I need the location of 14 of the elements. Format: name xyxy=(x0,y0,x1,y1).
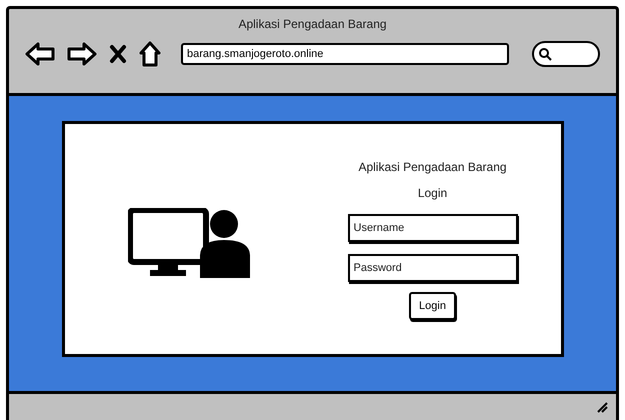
search-icon xyxy=(538,47,552,61)
window-title: Aplikasi Pengadaan Barang xyxy=(237,16,388,33)
login-button[interactable]: Login xyxy=(409,292,456,320)
login-field[interactable]: Username xyxy=(348,214,518,242)
login-title: Aplikasi Pengadaan Barang xyxy=(358,159,507,176)
forward-arrow-icon[interactable] xyxy=(67,42,97,66)
search-button[interactable] xyxy=(532,41,600,67)
home-icon[interactable] xyxy=(139,41,161,67)
close-icon[interactable] xyxy=(109,44,127,64)
resize-grip-icon[interactable] xyxy=(596,401,608,413)
address-field[interactable]: barang.smanjogeroto.online xyxy=(181,43,509,65)
back-arrow-icon[interactable] xyxy=(25,42,55,66)
login-subtitle: Login xyxy=(418,185,448,202)
login-field[interactable]: Password xyxy=(348,254,518,282)
